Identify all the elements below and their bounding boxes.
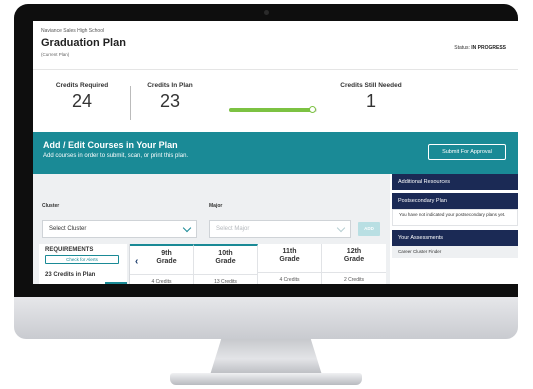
credits-in-plan-value: 23 [159,91,181,111]
grade-name: 11th Grade [258,248,321,266]
add-edit-banner: Add / Edit Courses in Your Plan Add cour… [33,132,518,174]
webcam-dot [264,10,269,15]
credits-still-needed: Credits Still Needed 1 [329,82,413,112]
grade-column-9th[interactable]: 9th Grade 4 Credits [130,244,194,284]
monitor-chin [14,297,518,339]
grade-column-10th[interactable]: 10th Grade 13 Credits [194,244,258,284]
add-major-button[interactable]: ADD [358,222,380,236]
status-label: Status: [454,45,470,51]
grade-credits: 2 Credits [322,272,386,283]
credits-summary: Credits Required 24 Credits In Plan 23 C… [33,69,518,129]
cluster-label: Cluster [42,203,60,209]
requirements-title: REQUIREMENTS [45,247,94,253]
credits-progress-fill [229,108,314,112]
credits-needed-value: 1 [365,91,376,111]
screen: Naviance Sales High School Graduation Pl… [33,21,518,284]
page-header: Naviance Sales High School Graduation Pl… [33,21,518,69]
credits-in-plan-label: Credits In Plan [147,82,193,89]
grade-name: 9th Grade [130,250,193,268]
grade-credits: 4 Credits [258,272,321,283]
grade-columns: 9th Grade 4 Credits 10th Grade 13 Credit… [129,244,386,284]
submit-for-approval-button[interactable]: Submit For Approval [428,144,506,160]
monitor-stand-base [170,373,362,385]
page-title: Graduation Plan [41,37,126,49]
sidebar-your-assessments[interactable]: Your Assessments [392,230,518,246]
chevron-down-icon [336,223,346,233]
check-for-alerts-button[interactable]: Check for Alerts [45,255,119,264]
requirements-tab-indicator [105,282,127,284]
school-name: Naviance Sales High School [41,28,105,34]
status-indicator: Status: IN PROGRESS [454,45,506,51]
credits-required-value: 24 [71,91,93,111]
credits-required: Credits Required 24 [47,82,117,112]
grade-credits: 4 Credits [130,274,193,284]
credits-needed-label: Credits Still Needed [340,82,402,89]
monitor-stand-neck [210,339,322,375]
credits-in-plan: Credits In Plan 23 [139,82,201,112]
grade-name-line2: Grade [279,256,300,263]
postsecondary-note: You have not indicated your postsecondar… [392,209,518,226]
grade-name-line2: Grade [156,258,177,265]
major-select[interactable]: Select Major [209,220,351,238]
grade-name-line1: 12th [346,248,362,255]
resources-sidebar: Additional Resources Postsecondary Plan … [392,174,518,284]
credits-required-label: Credits Required [55,82,109,89]
credits-divider [130,86,131,120]
grade-name-line2: Grade [343,256,365,263]
grade-name-line1: 10th [218,250,233,257]
page-subtitle: (Current Plan) [41,52,70,57]
sidebar-postsecondary-plan[interactable]: Postsecondary Plan [392,193,518,209]
credits-progress-knob [309,106,317,113]
chevron-down-icon [182,223,192,233]
career-cluster-finder-link[interactable]: Career Cluster Finder [392,246,518,258]
grade-name: 10th Grade [194,250,257,268]
major-label: Major [209,203,223,209]
grade-name-line2: Grade [215,258,236,265]
status-value: IN PROGRESS [471,45,506,51]
requirements-panel: REQUIREMENTS Check for Alerts 23 Credits… [39,244,127,284]
grade-column-11th[interactable]: 11th Grade 4 Credits [258,244,322,284]
requirements-credits: 23 Credits in Plan [45,272,96,278]
chevron-left-icon[interactable]: ‹ [135,256,138,267]
grade-column-12th[interactable]: 12th Grade 2 Credits [322,244,386,284]
grade-name-line1: 11th [282,248,297,255]
credits-progress-bar [229,106,317,113]
grade-name-line1: 9th [161,250,172,257]
cluster-select[interactable]: Select Cluster [42,220,197,238]
grade-name: 12th Grade [322,248,386,266]
grade-credits: 13 Credits [194,274,257,284]
monitor-scene: Naviance Sales High School Graduation Pl… [0,0,533,389]
course-editor: Cluster Select Cluster Major Select Majo… [33,174,390,284]
sidebar-additional-resources[interactable]: Additional Resources [392,174,518,190]
major-select-placeholder: Select Major [216,226,250,232]
cluster-select-value: Select Cluster [49,226,87,232]
